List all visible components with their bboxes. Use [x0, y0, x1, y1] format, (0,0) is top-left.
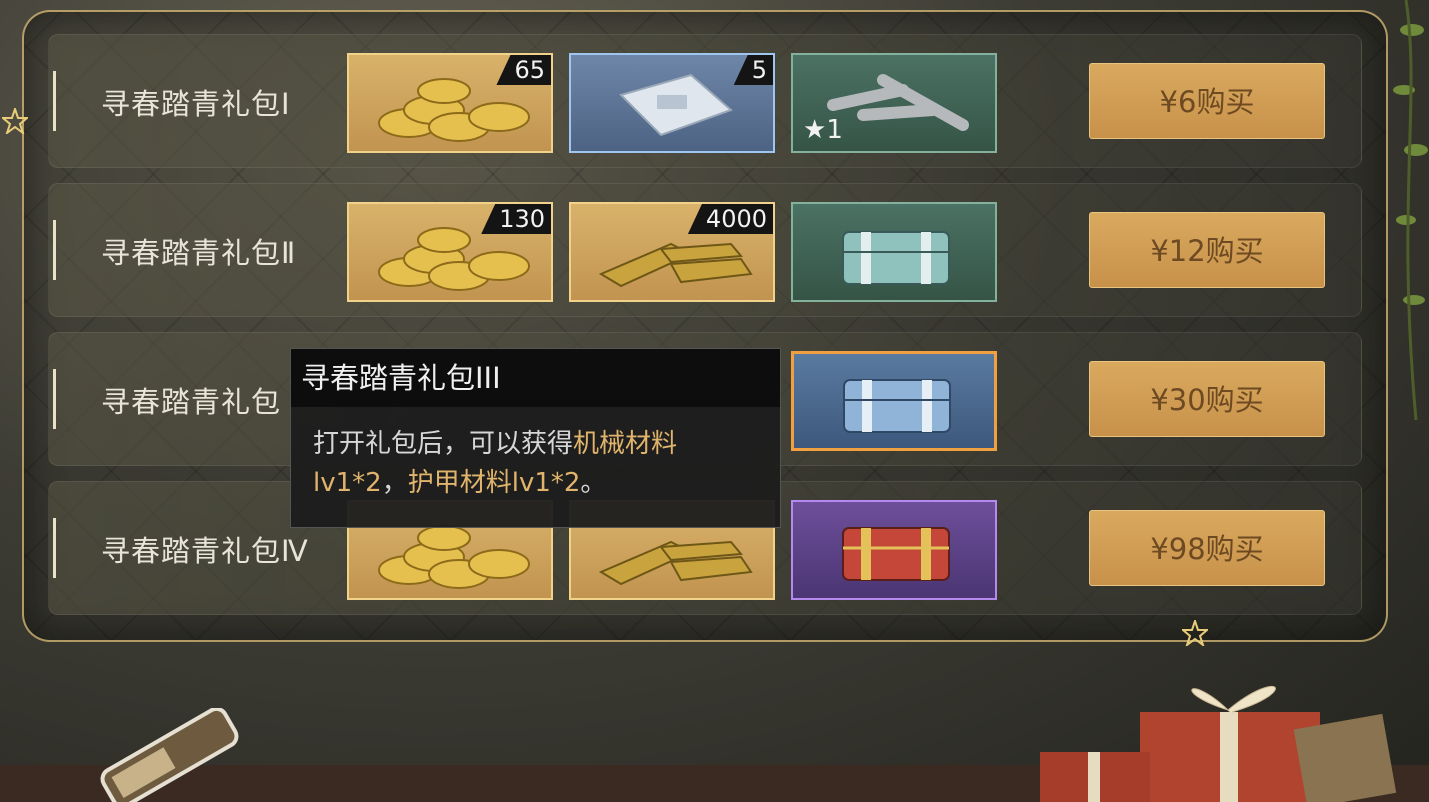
buy-button[interactable]: ¥98购买	[1089, 510, 1325, 586]
tooltip-highlight: 护甲材料lv1*2	[407, 468, 581, 498]
harmonica-ornament-icon	[100, 708, 239, 802]
star-decoration-icon	[2, 108, 28, 134]
pack-name: 寻春踏青礼包Ⅳ	[101, 534, 309, 568]
row-accent-bar	[53, 220, 56, 280]
item-quantity: 4000	[687, 204, 773, 234]
tooltip-title: 寻春踏青礼包III	[291, 349, 780, 407]
pack-row-2: 寻春踏青礼包Ⅱ 130 4000 ¥12购买	[48, 183, 1362, 317]
vine-leaves-icon	[1393, 0, 1428, 420]
tooltip-text: 打开礼包后，可以获得	[313, 429, 574, 459]
reward-gold-coins[interactable]: 65	[347, 53, 553, 153]
row-accent-bar	[53, 518, 56, 578]
star-decoration-icon	[1182, 620, 1208, 646]
row-accent-bar	[53, 369, 56, 429]
reward-blueprint[interactable]: 5	[569, 53, 775, 153]
reward-supply-chest[interactable]	[791, 351, 997, 451]
buy-button[interactable]: ¥6购买	[1089, 63, 1325, 139]
pack-name: 寻春踏青礼包Ⅱ	[101, 236, 297, 270]
reward-supply-chest[interactable]	[791, 202, 997, 302]
star-quantity: ★1	[803, 115, 843, 145]
pack-name: 寻春踏青礼包	[101, 385, 282, 419]
reward-supply-chest[interactable]	[791, 500, 997, 600]
row-accent-bar	[53, 71, 56, 131]
buy-button[interactable]: ¥12购买	[1089, 212, 1325, 288]
pack-row-1: 寻春踏青礼包Ⅰ 65 5 ★1 ¥6购买	[48, 34, 1362, 168]
buy-button[interactable]: ¥30购买	[1089, 361, 1325, 437]
pack-name: 寻春踏青礼包Ⅰ	[101, 87, 291, 121]
pack-tooltip: 寻春踏青礼包III 打开礼包后，可以获得机械材料lv1*2，护甲材料lv1*2。	[290, 348, 781, 528]
tooltip-text: 。	[580, 468, 607, 498]
reward-bolts-material[interactable]: ★1	[791, 53, 997, 153]
tooltip-body: 打开礼包后，可以获得机械材料lv1*2，护甲材料lv1*2。	[313, 425, 763, 503]
green-supply-chest-icon	[842, 231, 950, 285]
reward-gold-bars[interactable]: 4000	[569, 202, 775, 302]
reward-gold-coins[interactable]: 130	[347, 202, 553, 302]
tooltip-text: ，	[381, 468, 408, 498]
gift-box-icon	[1040, 685, 1397, 802]
blue-supply-chest-icon	[843, 379, 951, 433]
red-supply-chest-icon	[842, 527, 950, 581]
